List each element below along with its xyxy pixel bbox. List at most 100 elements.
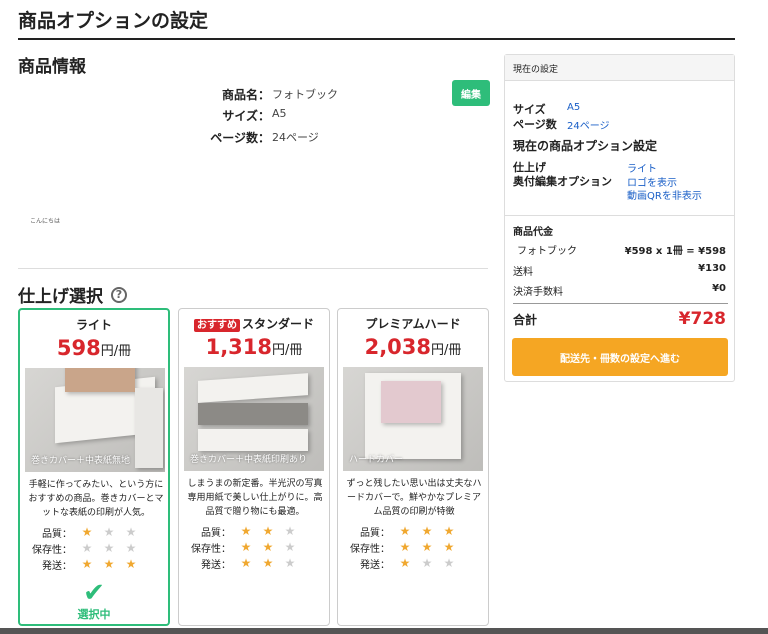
info-label: サイズ：	[222, 109, 270, 123]
product-image: 巻きカバー＋中表紙無地	[25, 368, 165, 472]
star-icon: ★	[125, 525, 137, 539]
panel-header: 現在の設定	[505, 55, 734, 81]
note-text: こんにちは	[30, 218, 61, 225]
card-name: プレミアムハード	[338, 315, 488, 332]
star-icon: ★	[284, 556, 296, 570]
rating-row: 発送： ★ ★ ★	[179, 555, 329, 571]
star-icon: ★	[240, 524, 252, 538]
info-label: ページ数：	[210, 131, 270, 145]
finish-card-standard[interactable]: おすすめ スタンダード 1,318円/冊 巻きカバー＋中表紙印刷あり しまうまの新…	[178, 308, 330, 626]
price-unit: 円/冊	[100, 344, 132, 359]
rating-row: 発送： ★ ★ ★	[20, 556, 168, 572]
product-image: 巻きカバー＋中表紙印刷あり	[184, 367, 324, 471]
product-info-title: 商品情報	[18, 57, 86, 77]
total-label: 合計	[513, 312, 538, 327]
item-name: フォトブック	[517, 246, 577, 257]
rating-row: 品質： ★ ★ ★	[20, 524, 168, 540]
size-value: A5	[567, 102, 581, 113]
fee-row: 決済手数料 ¥0	[513, 283, 726, 298]
star-rating: ★ ★ ★	[76, 541, 142, 555]
finish-card-light[interactable]: ライト 598円/冊 巻きカバー＋中表紙無地 手軽に作ってみたい、という方におす…	[18, 308, 170, 626]
star-icon: ★	[399, 540, 411, 554]
star-rating: ★ ★ ★	[235, 524, 301, 538]
shipping-row: 送料 ¥130	[513, 263, 726, 278]
star-icon: ★	[421, 556, 433, 570]
star-icon: ★	[125, 541, 137, 555]
star-icon: ★	[81, 525, 93, 539]
rating-list: 品質： ★ ★ ★ 保存性： ★ ★ ★ 発送： ★ ★ ★	[20, 524, 168, 572]
card-price: 1,318円/冊	[179, 335, 329, 359]
options-title: 現在の商品オプション設定	[513, 139, 658, 153]
star-icon: ★	[284, 540, 296, 554]
check-icon: ✔	[83, 578, 105, 608]
edit-button[interactable]: 編集	[452, 80, 490, 106]
selected-label: 選択中	[77, 608, 111, 621]
card-description: しまうまの新定番。半光沢の写真専用用紙で美しい仕上がりに。高品質で贈り物にも最適…	[187, 479, 323, 517]
finish-value: ライト	[627, 164, 657, 175]
star-rating: ★ ★ ★	[394, 540, 460, 554]
card-price: 598円/冊	[20, 336, 168, 360]
recommend-badge: おすすめ	[193, 319, 240, 332]
finish-title-row: 仕上げ選択 ?	[18, 282, 127, 307]
star-icon: ★	[284, 524, 296, 538]
star-icon: ★	[81, 541, 93, 555]
rating-row: 保存性： ★ ★ ★	[338, 539, 488, 555]
image-caption: 巻きカバー＋中表紙印刷あり	[190, 455, 308, 465]
info-value: フォトブック	[272, 88, 338, 101]
total-value: ¥728	[678, 309, 726, 329]
star-icon: ★	[240, 540, 252, 554]
card-name: おすすめ スタンダード	[179, 315, 329, 332]
image-caption: ハードカバー	[349, 455, 404, 465]
rating-label: 発送：	[201, 559, 231, 571]
proceed-button[interactable]: 配送先・冊数の設定へ進む	[512, 338, 728, 376]
rating-row: 発送： ★ ★ ★	[338, 555, 488, 571]
star-rating: ★ ★ ★	[76, 525, 142, 539]
rating-row: 品質： ★ ★ ★	[179, 523, 329, 539]
shipping-label: 送料	[513, 267, 533, 278]
rating-label: 保存性：	[191, 543, 231, 555]
pages-value: 24ページ	[567, 121, 610, 132]
section-divider	[18, 268, 488, 269]
info-row-size: サイズ： A5	[170, 107, 350, 124]
size-label: サイズ	[513, 103, 546, 116]
star-icon: ★	[443, 540, 455, 554]
card-price: 2,038円/冊	[338, 335, 488, 359]
info-value: 24ページ	[272, 131, 319, 144]
star-rating: ★ ★ ★	[235, 540, 301, 554]
shipping-value: ¥130	[698, 263, 726, 274]
item-cost-row: フォトブック ¥598 x 1冊 = ¥598	[513, 242, 726, 257]
star-icon: ★	[443, 524, 455, 538]
star-icon: ★	[262, 556, 274, 570]
product-image: ハードカバー	[343, 367, 483, 471]
star-icon: ★	[240, 556, 252, 570]
edit-option-value-qr: 動画QRを非表示	[627, 191, 702, 202]
cost-title: 商品代金	[513, 227, 553, 238]
star-icon: ★	[399, 556, 411, 570]
star-icon: ★	[421, 540, 433, 554]
rating-label: 保存性：	[32, 544, 72, 556]
pages-label: ページ数	[513, 118, 557, 131]
fee-value: ¥0	[712, 283, 726, 294]
star-rating: ★ ★ ★	[394, 556, 460, 570]
rating-label: 保存性：	[350, 543, 390, 555]
info-label: 商品名：	[221, 88, 270, 102]
star-icon: ★	[262, 540, 274, 554]
star-rating: ★ ★ ★	[76, 557, 142, 571]
help-icon[interactable]: ?	[111, 286, 127, 303]
current-settings-panel: 現在の設定 サイズ A5 ページ数 24ページ 現在の商品オプション設定 仕上げ…	[504, 54, 735, 382]
item-calc: ¥598 x 1冊 = ¥598	[624, 246, 726, 257]
price-value: 598	[56, 336, 101, 360]
card-name: ライト	[20, 316, 168, 333]
star-icon: ★	[421, 524, 433, 538]
star-icon: ★	[103, 557, 115, 571]
page-title: 商品オプションの設定	[18, 10, 209, 32]
star-icon: ★	[81, 557, 93, 571]
rating-label: 発送：	[360, 559, 390, 571]
card-name-text: スタンダード	[241, 317, 314, 331]
panel-divider	[505, 215, 734, 216]
rating-label: 品質：	[42, 528, 72, 540]
finish-card-premium[interactable]: プレミアムハード 2,038円/冊 ハードカバー ずっと残したい思い出は丈夫なハ…	[337, 308, 489, 626]
price-unit: 円/冊	[272, 343, 303, 358]
star-icon: ★	[103, 541, 115, 555]
bottom-bar	[0, 628, 768, 634]
